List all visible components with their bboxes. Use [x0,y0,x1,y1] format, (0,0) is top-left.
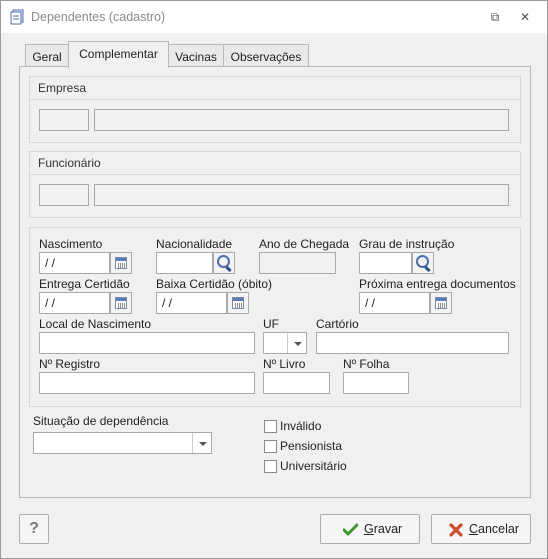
n-registro-label: Nº Registro [39,357,101,371]
nascimento-calendar-button[interactable] [110,252,132,274]
gravar-mnemonic: G [364,522,374,536]
grau-instrucao-input[interactable] [359,252,412,274]
calendar-icon [232,297,244,309]
cancel-x-icon [449,523,463,537]
grau-instrucao-label: Grau de instrução [359,237,455,251]
nacionalidade-label: Nacionalidade [156,237,233,251]
local-nascimento-label: Local de Nascimento [39,317,152,331]
funcionario-title: Funcionário [38,156,101,170]
ano-chegada-field [259,252,336,274]
invalido-checkbox[interactable] [264,420,277,433]
universitario-checkbox[interactable] [264,460,277,473]
window-title: Dependentes (cadastro) [31,10,166,24]
empresa-title: Empresa [38,81,87,95]
baixa-certidao-calendar-button[interactable] [227,292,249,314]
n-registro-input[interactable] [39,372,255,394]
dialog-window: Dependentes (cadastro) ⧉ ✕ Geral Complem… [0,0,548,559]
restore-button[interactable]: ⧉ [485,7,505,27]
empresa-name-field [94,109,509,131]
pensionista-checkbox[interactable] [264,440,277,453]
search-icon [217,255,230,268]
cartorio-input[interactable] [316,332,509,354]
universitario-label[interactable]: Universitário [280,459,347,473]
nacionalidade-search-button[interactable] [213,252,235,274]
tab-geral[interactable]: Geral [25,44,69,68]
calendar-icon [115,257,127,269]
calendar-icon [435,297,447,309]
tab-complementar[interactable]: Complementar [68,41,169,68]
funcionario-code-field [39,184,89,206]
app-icon [10,9,24,25]
invalido-label[interactable]: Inválido [280,419,321,433]
funcionario-name-field [94,184,509,206]
gravar-button[interactable]: Gravar [320,514,420,544]
gravar-label: ravar [373,522,403,536]
title-bar: Dependentes (cadastro) ⧉ ✕ [1,1,547,33]
uf-select[interactable] [263,332,307,354]
entrega-certidao-label: Entrega Certidão [39,277,130,291]
situacao-label: Situação de dependência [33,414,169,428]
grau-instrucao-search-button[interactable] [412,252,434,274]
checkmark-icon [343,523,358,536]
cancelar-label: ancelar [478,522,520,536]
situacao-select[interactable] [33,432,212,454]
entrega-certidao-calendar-button[interactable] [110,292,132,314]
nacionalidade-input[interactable] [156,252,213,274]
n-livro-label: Nº Livro [263,357,306,371]
proxima-entrega-input[interactable]: / / [359,292,430,314]
calendar-icon [115,297,127,309]
tab-vacinas[interactable]: Vacinas [168,44,224,68]
ano-chegada-label: Ano de Chegada [259,237,350,251]
help-button[interactable]: ? [19,514,49,544]
empresa-code-field [39,109,89,131]
chevron-down-icon[interactable] [287,333,306,353]
tab-observacoes[interactable]: Observações [223,44,309,68]
entrega-certidao-input[interactable]: / / [39,292,110,314]
baixa-certidao-label: Baixa Certidão (óbito) [156,277,273,291]
cancelar-button[interactable]: Cancelar [431,514,531,544]
pensionista-label[interactable]: Pensionista [280,439,342,453]
uf-label: UF [263,317,279,331]
n-folha-label: Nº Folha [343,357,390,371]
close-button[interactable]: ✕ [515,7,535,27]
search-icon [416,255,429,268]
n-livro-input[interactable] [263,372,330,394]
cartorio-label: Cartório [316,317,359,331]
proxima-entrega-label: Próxima entrega documentos [359,277,516,291]
proxima-entrega-calendar-button[interactable] [430,292,452,314]
n-folha-input[interactable] [343,372,409,394]
nascimento-label: Nascimento [39,237,103,251]
chevron-down-icon[interactable] [192,433,211,453]
baixa-certidao-input[interactable]: / / [156,292,227,314]
local-nascimento-input[interactable] [39,332,255,354]
nascimento-input[interactable]: / / [39,252,110,274]
cancelar-mnemonic: C [469,522,479,536]
